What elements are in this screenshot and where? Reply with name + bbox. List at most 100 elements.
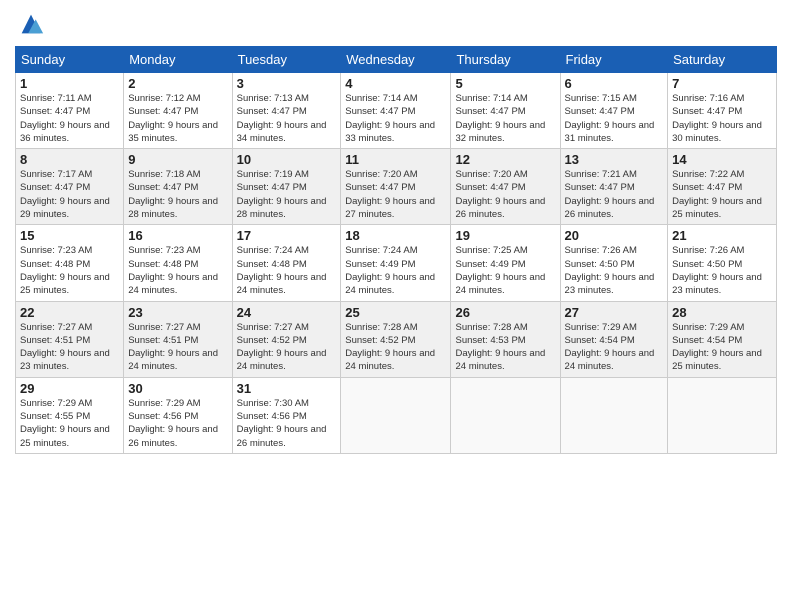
week-row-1: 1Sunrise: 7:11 AMSunset: 4:47 PMDaylight… [16, 73, 777, 149]
day-info: Sunrise: 7:29 AMSunset: 4:56 PMDaylight:… [128, 398, 218, 449]
day-cell: 28 Sunrise: 7:29 AMSunset: 4:54 PMDayligh… [668, 301, 777, 377]
logo-icon [17, 10, 45, 38]
day-cell: 27 Sunrise: 7:29 AMSunset: 4:54 PMDayligh… [560, 301, 668, 377]
day-cell: 12Sunrise: 7:20 AMSunset: 4:47 PMDayligh… [451, 149, 560, 225]
week-row-4: 22 Sunrise: 7:27 AMSunset: 4:51 PMDayligh… [16, 301, 777, 377]
week-row-3: 15 Sunrise: 7:23 AMSunset: 4:48 PMDayligh… [16, 225, 777, 301]
weekday-header-wednesday: Wednesday [341, 47, 451, 73]
weekday-header-friday: Friday [560, 47, 668, 73]
day-cell: 29Sunrise: 7:29 AMSunset: 4:55 PMDayligh… [16, 377, 124, 453]
day-number: 22 [20, 305, 119, 320]
day-cell: 21 Sunrise: 7:26 AMSunset: 4:50 PMDayligh… [668, 225, 777, 301]
weekday-header-sunday: Sunday [16, 47, 124, 73]
day-number: 10 [237, 152, 337, 167]
day-number: 14 [672, 152, 772, 167]
day-cell: 25Sunrise: 7:28 AMSunset: 4:52 PMDayligh… [341, 301, 451, 377]
day-cell: 14 Sunrise: 7:22 AMSunset: 4:47 PMDayligh… [668, 149, 777, 225]
day-number: 8 [20, 152, 119, 167]
day-info: Sunrise: 7:27 AMSunset: 4:51 PMDaylight:… [128, 322, 218, 373]
day-cell: 6 Sunrise: 7:15 AMSunset: 4:47 PMDaylight… [560, 73, 668, 149]
day-cell: 18 Sunrise: 7:24 AMSunset: 4:49 PMDayligh… [341, 225, 451, 301]
day-number: 11 [345, 152, 446, 167]
day-cell [668, 377, 777, 453]
day-number: 13 [565, 152, 664, 167]
day-info: Sunrise: 7:27 AMSunset: 4:52 PMDaylight:… [237, 322, 327, 373]
day-cell [560, 377, 668, 453]
day-number: 19 [455, 228, 555, 243]
day-info: Sunrise: 7:14 AMSunset: 4:47 PMDaylight:… [345, 93, 435, 144]
day-cell: 13 Sunrise: 7:21 AMSunset: 4:47 PMDayligh… [560, 149, 668, 225]
calendar-header-row: SundayMondayTuesdayWednesdayThursdayFrid… [16, 47, 777, 73]
day-info: Sunrise: 7:26 AMSunset: 4:50 PMDaylight:… [565, 245, 655, 296]
day-info: Sunrise: 7:16 AMSunset: 4:47 PMDaylight:… [672, 93, 762, 144]
day-cell: 23 Sunrise: 7:27 AMSunset: 4:51 PMDayligh… [124, 301, 232, 377]
day-info: Sunrise: 7:29 AMSunset: 4:54 PMDaylight:… [672, 322, 762, 373]
day-info: Sunrise: 7:30 AMSunset: 4:56 PMDaylight:… [237, 398, 327, 449]
day-info: Sunrise: 7:23 AMSunset: 4:48 PMDaylight:… [20, 245, 110, 296]
day-number: 18 [345, 228, 446, 243]
day-cell: 30 Sunrise: 7:29 AMSunset: 4:56 PMDayligh… [124, 377, 232, 453]
weekday-header-saturday: Saturday [668, 47, 777, 73]
day-number: 24 [237, 305, 337, 320]
day-number: 17 [237, 228, 337, 243]
day-info: Sunrise: 7:12 AMSunset: 4:47 PMDaylight:… [128, 93, 218, 144]
day-number: 6 [565, 76, 664, 91]
day-cell: 31 Sunrise: 7:30 AMSunset: 4:56 PMDayligh… [232, 377, 341, 453]
day-info: Sunrise: 7:27 AMSunset: 4:51 PMDaylight:… [20, 322, 110, 373]
day-number: 12 [455, 152, 555, 167]
day-info: Sunrise: 7:26 AMSunset: 4:50 PMDaylight:… [672, 245, 762, 296]
day-cell: 16Sunrise: 7:23 AMSunset: 4:48 PMDayligh… [124, 225, 232, 301]
day-info: Sunrise: 7:19 AMSunset: 4:47 PMDaylight:… [237, 169, 327, 220]
day-cell: 7 Sunrise: 7:16 AMSunset: 4:47 PMDaylight… [668, 73, 777, 149]
day-info: Sunrise: 7:22 AMSunset: 4:47 PMDaylight:… [672, 169, 762, 220]
day-info: Sunrise: 7:24 AMSunset: 4:48 PMDaylight:… [237, 245, 327, 296]
day-number: 30 [128, 381, 227, 396]
week-row-2: 8Sunrise: 7:17 AMSunset: 4:47 PMDaylight… [16, 149, 777, 225]
day-info: Sunrise: 7:29 AMSunset: 4:55 PMDaylight:… [20, 398, 110, 449]
weekday-header-thursday: Thursday [451, 47, 560, 73]
day-number: 2 [128, 76, 227, 91]
day-number: 27 [565, 305, 664, 320]
day-cell: 11 Sunrise: 7:20 AMSunset: 4:47 PMDayligh… [341, 149, 451, 225]
day-info: Sunrise: 7:28 AMSunset: 4:52 PMDaylight:… [345, 322, 435, 373]
day-cell: 17 Sunrise: 7:24 AMSunset: 4:48 PMDayligh… [232, 225, 341, 301]
day-number: 3 [237, 76, 337, 91]
day-info: Sunrise: 7:11 AMSunset: 4:47 PMDaylight:… [20, 93, 110, 144]
day-info: Sunrise: 7:29 AMSunset: 4:54 PMDaylight:… [565, 322, 655, 373]
logo [15, 10, 45, 38]
day-number: 31 [237, 381, 337, 396]
day-info: Sunrise: 7:21 AMSunset: 4:47 PMDaylight:… [565, 169, 655, 220]
day-cell: 20 Sunrise: 7:26 AMSunset: 4:50 PMDayligh… [560, 225, 668, 301]
day-number: 28 [672, 305, 772, 320]
day-cell: 2 Sunrise: 7:12 AMSunset: 4:47 PMDaylight… [124, 73, 232, 149]
day-number: 20 [565, 228, 664, 243]
day-cell: 19 Sunrise: 7:25 AMSunset: 4:49 PMDayligh… [451, 225, 560, 301]
day-info: Sunrise: 7:28 AMSunset: 4:53 PMDaylight:… [455, 322, 545, 373]
day-cell: 4 Sunrise: 7:14 AMSunset: 4:47 PMDaylight… [341, 73, 451, 149]
calendar-body: 1Sunrise: 7:11 AMSunset: 4:47 PMDaylight… [16, 73, 777, 454]
weekday-header-monday: Monday [124, 47, 232, 73]
day-info: Sunrise: 7:18 AMSunset: 4:47 PMDaylight:… [128, 169, 218, 220]
day-info: Sunrise: 7:24 AMSunset: 4:49 PMDaylight:… [345, 245, 435, 296]
weekday-header-tuesday: Tuesday [232, 47, 341, 73]
day-info: Sunrise: 7:20 AMSunset: 4:47 PMDaylight:… [345, 169, 435, 220]
day-number: 4 [345, 76, 446, 91]
day-info: Sunrise: 7:25 AMSunset: 4:49 PMDaylight:… [455, 245, 545, 296]
day-number: 23 [128, 305, 227, 320]
day-info: Sunrise: 7:15 AMSunset: 4:47 PMDaylight:… [565, 93, 655, 144]
day-cell: 3 Sunrise: 7:13 AMSunset: 4:47 PMDaylight… [232, 73, 341, 149]
day-number: 9 [128, 152, 227, 167]
page-container: SundayMondayTuesdayWednesdayThursdayFrid… [0, 0, 792, 464]
day-number: 26 [455, 305, 555, 320]
day-number: 15 [20, 228, 119, 243]
day-cell: 24 Sunrise: 7:27 AMSunset: 4:52 PMDayligh… [232, 301, 341, 377]
day-cell: 26 Sunrise: 7:28 AMSunset: 4:53 PMDayligh… [451, 301, 560, 377]
week-row-5: 29Sunrise: 7:29 AMSunset: 4:55 PMDayligh… [16, 377, 777, 453]
day-number: 7 [672, 76, 772, 91]
day-number: 21 [672, 228, 772, 243]
day-cell [341, 377, 451, 453]
day-info: Sunrise: 7:13 AMSunset: 4:47 PMDaylight:… [237, 93, 327, 144]
day-cell: 9 Sunrise: 7:18 AMSunset: 4:47 PMDaylight… [124, 149, 232, 225]
header [15, 10, 777, 38]
day-cell: 22 Sunrise: 7:27 AMSunset: 4:51 PMDayligh… [16, 301, 124, 377]
